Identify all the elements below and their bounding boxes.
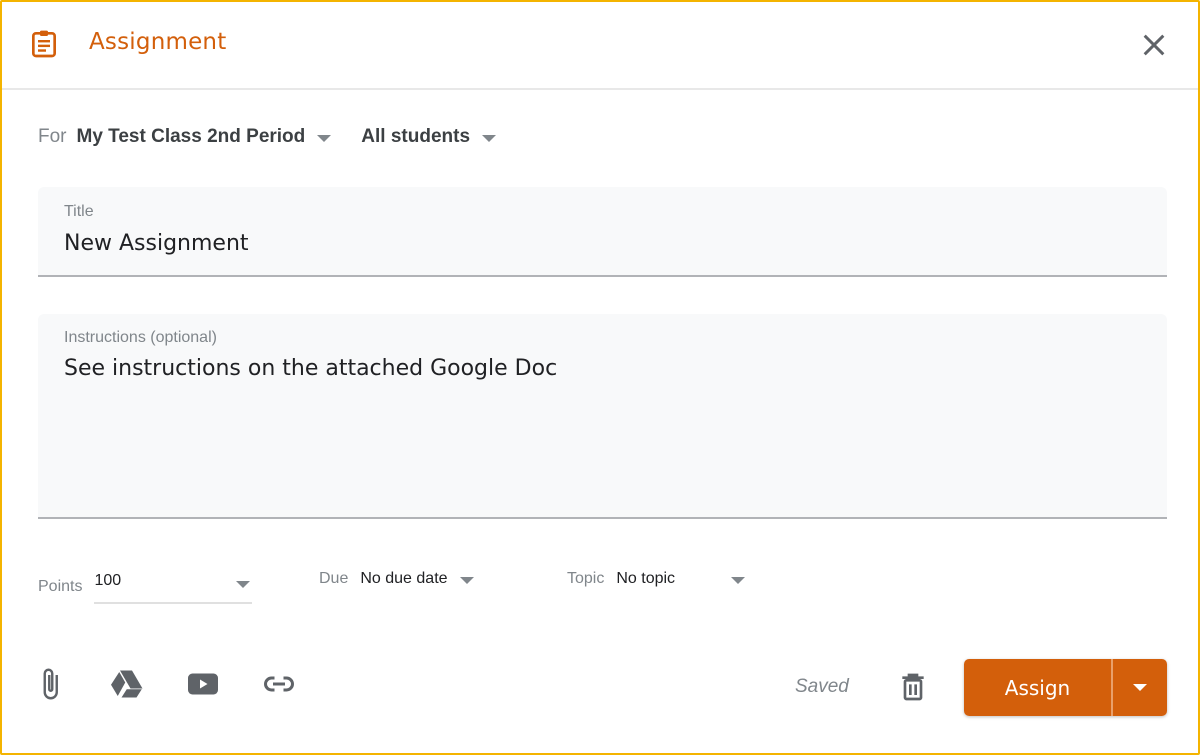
chevron-down-icon: [317, 134, 332, 142]
title-label: Title: [64, 203, 94, 220]
assignment-clipboard-icon: [32, 30, 56, 58]
students-dropdown[interactable]: All students: [361, 126, 497, 148]
for-label: For: [38, 126, 67, 147]
instructions-field[interactable]: Instructions (optional) See instructions…: [38, 314, 1167, 519]
class-dropdown-value: My Test Class 2nd Period: [76, 126, 306, 147]
paperclip-icon[interactable]: [32, 666, 68, 702]
points-control: Points 100: [38, 570, 253, 604]
trash-icon[interactable]: [897, 670, 929, 704]
points-value: 100: [94, 572, 122, 589]
instructions-input[interactable]: See instructions on the attached Google …: [64, 356, 557, 381]
dialog-header: Assignment: [2, 2, 1198, 90]
chevron-down-icon: [482, 134, 497, 142]
topic-label: Topic: [567, 570, 605, 587]
due-value: No due date: [360, 570, 448, 587]
students-dropdown-value: All students: [361, 126, 471, 147]
class-dropdown[interactable]: My Test Class 2nd Period: [77, 126, 332, 148]
topic-value: No topic: [616, 570, 676, 587]
due-label: Due: [319, 570, 349, 587]
title-field[interactable]: Title New Assignment: [38, 187, 1167, 277]
assign-options-button[interactable]: [1113, 659, 1167, 716]
for-row: For My Test Class 2nd Period All student…: [38, 126, 497, 148]
assign-button-group: Assign: [964, 659, 1167, 716]
chevron-down-icon: [459, 576, 474, 584]
google-drive-icon[interactable]: [108, 666, 144, 702]
close-icon[interactable]: [1138, 29, 1170, 61]
assign-button[interactable]: Assign: [964, 659, 1111, 716]
youtube-icon[interactable]: [185, 666, 221, 702]
chevron-down-icon: [1133, 684, 1147, 691]
dialog-title: Assignment: [89, 29, 227, 55]
chevron-down-icon[interactable]: [236, 581, 251, 588]
instructions-label: Instructions (optional): [64, 329, 217, 346]
topic-dropdown[interactable]: Topic No topic: [567, 570, 746, 588]
title-input[interactable]: New Assignment: [64, 231, 249, 256]
link-icon[interactable]: [261, 666, 297, 702]
assignment-dialog: Assignment For My Test Class 2nd Period …: [0, 0, 1200, 755]
chevron-down-icon: [731, 576, 746, 584]
points-label: Points: [38, 578, 83, 595]
due-dropdown[interactable]: Due No due date: [319, 570, 474, 588]
points-input[interactable]: 100: [94, 570, 253, 604]
save-status: Saved: [795, 676, 849, 697]
